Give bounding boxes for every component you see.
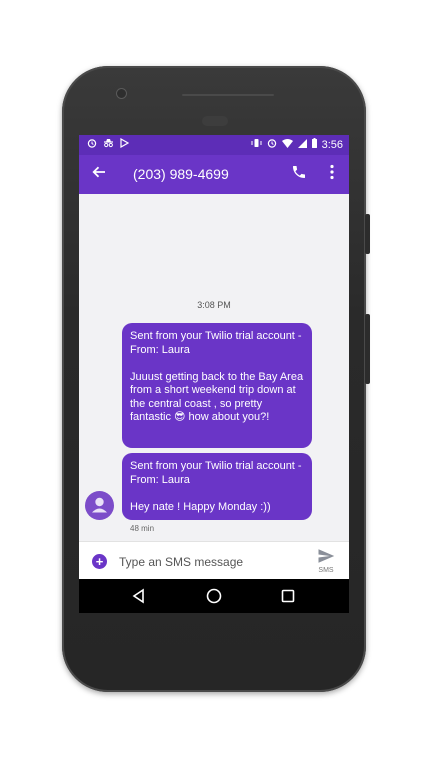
message-bubble[interactable]: Sent from your Twilio trial account - Fr… — [122, 323, 312, 448]
alarm-icon — [267, 138, 277, 151]
nav-recents-icon — [281, 589, 295, 603]
message-bubble[interactable]: Sent from your Twilio trial account - Fr… — [122, 453, 312, 520]
contact-avatar[interactable] — [85, 491, 114, 520]
vibrate-icon — [251, 138, 262, 151]
back-arrow-icon — [92, 166, 105, 178]
play-store-icon — [120, 137, 130, 151]
status-bar: 3:56 — [79, 135, 349, 155]
send-button[interactable]: SMS — [313, 546, 339, 578]
alarm-icon — [87, 138, 97, 151]
back-button[interactable] — [91, 164, 111, 184]
send-icon — [318, 549, 335, 563]
speaker-grille — [182, 94, 274, 96]
volume-button — [365, 214, 370, 254]
contact-title: (203) 989-4699 — [133, 166, 229, 182]
compose-bar: + SMS — [79, 541, 349, 580]
avatar-person-icon — [92, 497, 107, 513]
earpiece — [202, 116, 228, 126]
add-circle-icon: + — [95, 554, 104, 569]
wifi-icon — [281, 138, 293, 151]
nav-home-icon — [206, 588, 222, 604]
phone-icon — [293, 166, 305, 178]
signal-icon — [297, 138, 307, 151]
status-time: 3:56 — [321, 138, 343, 151]
more-vert-icon — [330, 164, 334, 180]
battery-icon — [311, 138, 317, 151]
power-button — [365, 314, 370, 384]
conversation-view[interactable]: 3:08 PM Sent from your Twilio trial acco… — [79, 194, 349, 541]
phone-screen: 3:56 (203) 989-4699 3:08 PM Sent from yo… — [79, 135, 349, 613]
incognito-icon — [103, 138, 114, 151]
message-age: 48 min — [130, 524, 155, 533]
send-sms-label: SMS — [318, 567, 334, 574]
call-button[interactable] — [291, 164, 311, 184]
nav-back-button[interactable] — [130, 587, 148, 605]
front-camera — [116, 88, 127, 99]
add-attachment-button[interactable]: + — [92, 554, 107, 569]
app-bar: (203) 989-4699 — [79, 155, 349, 194]
message-input[interactable] — [119, 551, 309, 573]
nav-home-button[interactable] — [205, 587, 223, 605]
nav-back-icon — [132, 588, 144, 604]
more-options-button[interactable] — [325, 164, 339, 184]
nav-recents-button[interactable] — [279, 587, 297, 605]
message-timestamp: 3:08 PM — [197, 300, 231, 310]
navigation-bar — [79, 579, 349, 613]
